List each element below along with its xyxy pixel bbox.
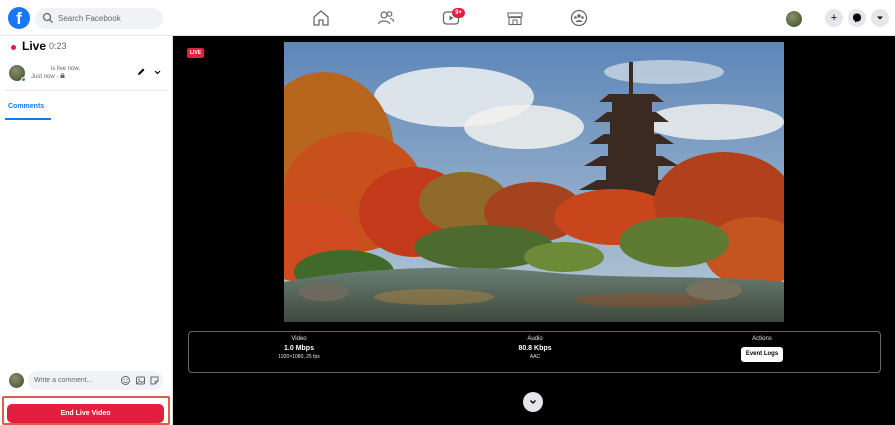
video-stats: Video 1.0 Mbps 1920×1080, 25 fps [249,336,349,360]
comment-input[interactable] [34,374,116,387]
stream-health-panel: Video 1.0 Mbps 1920×1080, 25 fps Audio 8… [188,331,881,373]
profile-avatar[interactable] [786,11,802,27]
audio-codec: AAC [529,354,541,360]
video-bitrate: 1.0 Mbps [284,345,314,352]
live-indicator-dot [11,45,16,50]
active-tab-indicator [5,118,51,120]
commenter-avatar [9,373,24,388]
post-time: Just now · [31,73,65,80]
actions-title: Actions [752,336,772,342]
emoji-icon[interactable] [120,375,131,386]
live-badge: LIVE [187,48,205,58]
friends-icon[interactable] [376,8,396,28]
expand-panel-button[interactable] [523,392,543,412]
online-status-dot [21,77,26,82]
search-icon [42,12,53,23]
live-video-stage: LIVE Video 1.0 Mbps 1920×1080, 25 fps Au… [173,36,895,425]
comment-composer[interactable] [28,371,163,390]
chevron-down-icon [877,16,883,20]
live-timer: 0:23 [49,41,67,51]
home-icon[interactable] [311,8,331,28]
sticker-icon[interactable] [149,375,160,386]
top-navigation-bar: f 9+ + [0,0,895,36]
search-input[interactable] [58,10,158,27]
video-frame-pagoda-garden [284,42,784,322]
search-bar[interactable] [35,8,163,29]
chevron-down-icon[interactable] [153,68,162,77]
live-sidebar: Live 0:23 is live now. Just now · Commen… [0,36,173,425]
tab-comments[interactable]: Comments [8,103,44,110]
audio-stats: Audio 80.8 Kbps AAC [485,336,585,360]
actions-section: Actions Event Logs [712,336,812,362]
marketplace-icon[interactable] [505,8,525,28]
end-live-video-button[interactable]: End Live Video [7,404,164,423]
watch-notification-badge: 9+ [452,8,465,18]
edit-pencil-icon[interactable] [136,67,146,77]
video-stats-title: Video [291,336,307,342]
privacy-lock-icon [60,73,65,78]
audio-bitrate: 80.8 Kbps [518,345,552,352]
divider [5,90,168,91]
event-logs-button[interactable]: Event Logs [740,347,784,362]
chevron-down-icon [530,400,536,404]
plus-icon[interactable]: + [825,9,843,27]
host-status-text: is live now. [51,66,81,72]
video-resolution: 1920×1080, 25 fps [278,354,320,360]
messenger-icon[interactable] [848,9,866,27]
facebook-logo[interactable]: f [8,7,30,29]
post-time-text: Just now · [31,74,61,80]
photo-icon[interactable] [135,375,146,386]
groups-icon[interactable] [569,8,589,28]
account-menu-button[interactable] [871,9,889,27]
live-video-player[interactable] [284,42,784,322]
audio-stats-title: Audio [527,336,543,342]
live-title: Live [22,39,47,53]
